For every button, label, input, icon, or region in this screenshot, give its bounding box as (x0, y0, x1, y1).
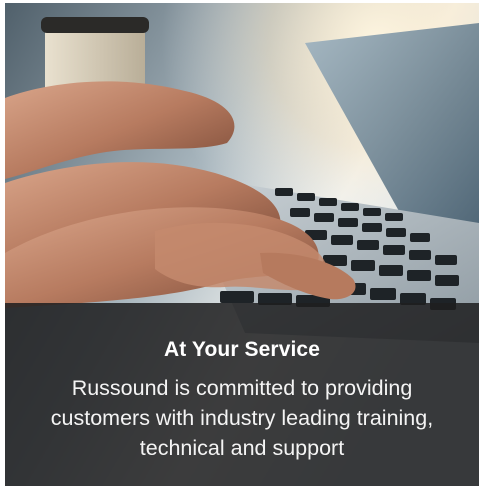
card-title: At Your Service (164, 338, 320, 361)
caption-panel: At Your Service Russound is committed to… (5, 303, 479, 486)
promo-card[interactable]: At Your Service Russound is committed to… (5, 3, 479, 486)
card-description: Russound is committed to providing custo… (50, 376, 434, 460)
